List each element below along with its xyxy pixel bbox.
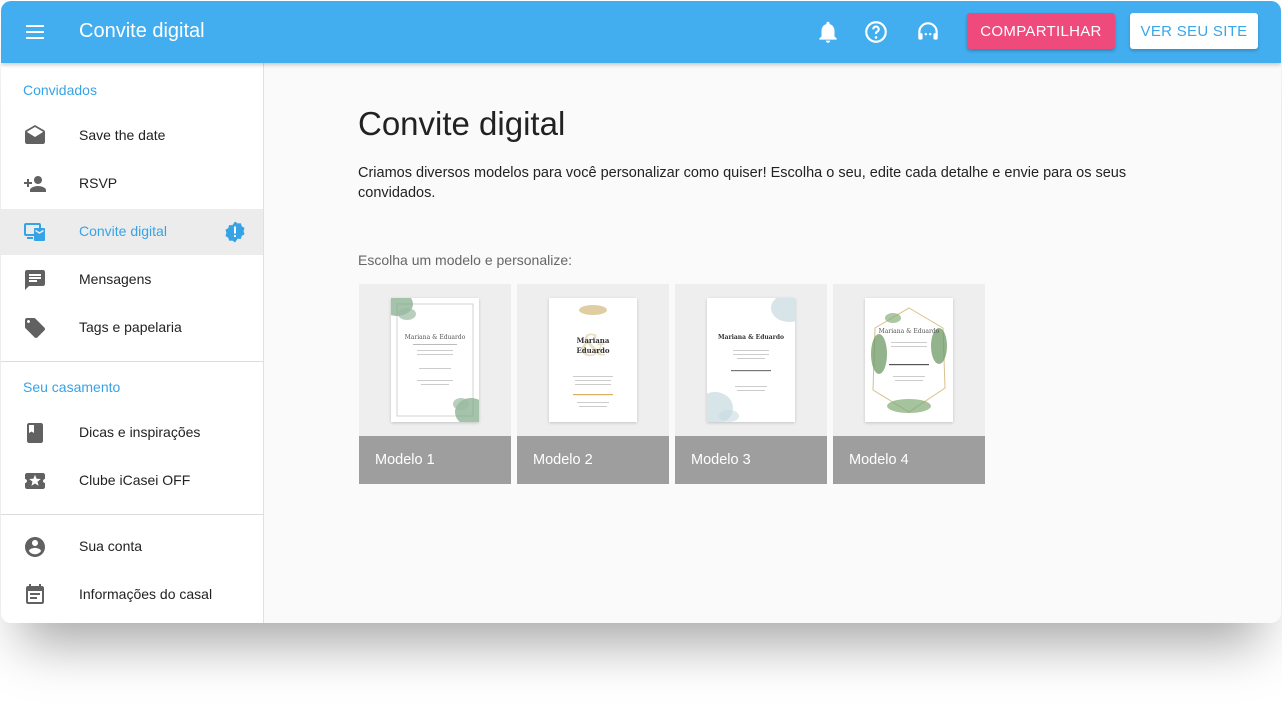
model-4-names: Mariana & Eduardo bbox=[878, 328, 940, 335]
sidebar-divider bbox=[1, 361, 263, 362]
model-caption: Modelo 4 bbox=[833, 436, 985, 484]
sidebar-divider bbox=[1, 514, 263, 515]
model-card-1[interactable]: Mariana & Eduardo Modelo 1 bbox=[359, 284, 511, 484]
sidebar-item-label: Convite digital bbox=[79, 223, 167, 239]
app-bar: Convite digital COMPARTILHAR VER SEU SIT… bbox=[1, 1, 1281, 63]
model-caption: Modelo 1 bbox=[359, 436, 511, 484]
section-title-seu-casamento: Seu casamento bbox=[23, 379, 121, 395]
sidebar-item-label: Sua conta bbox=[79, 538, 143, 554]
page-description: Criamos diversos modelos para você perso… bbox=[358, 165, 1127, 201]
sidebar-item-label: Informações do casal bbox=[79, 586, 213, 602]
sidebar-item-informacoes-casal[interactable]: Informações do casal bbox=[1, 572, 263, 618]
calendar-icon bbox=[23, 583, 47, 607]
model-2-names: Mariana Eduardo bbox=[576, 336, 610, 355]
view-site-button[interactable]: VER SEU SITE bbox=[1130, 13, 1258, 49]
model-4-thumbnail: Mariana & Eduardo bbox=[865, 298, 953, 422]
model-label: Modelo 1 bbox=[375, 452, 435, 468]
app-window: Convite digital COMPARTILHAR VER SEU SIT… bbox=[1, 1, 1281, 623]
model-3-thumbnail: Mariana & Eduardo bbox=[707, 298, 795, 422]
alert-badge-icon bbox=[223, 220, 247, 244]
sidebar-item-label: Tags e papelaria bbox=[79, 319, 182, 335]
model-label: Modelo 2 bbox=[533, 452, 593, 468]
choose-model-label: Escolha um modelo e personalize: bbox=[358, 252, 573, 268]
help-icon[interactable] bbox=[863, 19, 889, 45]
sidebar-item-mensagens[interactable]: Mensagens bbox=[1, 257, 263, 303]
sidebar-item-convite-digital[interactable]: Convite digital bbox=[1, 209, 263, 255]
model-card-2[interactable]: & Mariana Eduardo Modelo 2 bbox=[517, 284, 669, 484]
menu-icon[interactable] bbox=[23, 20, 47, 44]
envelope-open-icon bbox=[23, 124, 47, 148]
tag-icon bbox=[23, 316, 47, 340]
model-2-thumbnail: & Mariana Eduardo bbox=[549, 298, 637, 422]
sidebar-item-label: RSVP bbox=[79, 175, 118, 191]
account-circle-icon bbox=[23, 535, 47, 559]
model-3-names: Mariana & Eduardo bbox=[717, 334, 785, 341]
sidebar-item-label: Dicas e inspirações bbox=[79, 424, 201, 440]
share-button[interactable]: COMPARTILHAR bbox=[967, 13, 1115, 49]
devices-mail-icon bbox=[23, 220, 47, 244]
model-label: Modelo 3 bbox=[691, 452, 751, 468]
sidebar-item-clube-icasei[interactable]: Clube iCasei OFF bbox=[1, 458, 263, 504]
sidebar-item-dicas[interactable]: Dicas e inspirações bbox=[1, 410, 263, 456]
model-1-thumbnail: Mariana & Eduardo bbox=[391, 298, 479, 422]
sidebar-item-tags-papelaria[interactable]: Tags e papelaria bbox=[1, 305, 263, 351]
model-caption: Modelo 3 bbox=[675, 436, 827, 484]
sidebar-item-label: Save the date bbox=[79, 127, 166, 143]
ticket-star-icon bbox=[23, 469, 47, 493]
model-card-4[interactable]: Mariana & Eduardo Modelo 4 bbox=[833, 284, 985, 484]
support-icon[interactable] bbox=[915, 19, 941, 45]
sidebar-item-save-the-date[interactable]: Save the date bbox=[1, 113, 263, 159]
model-label: Modelo 4 bbox=[849, 452, 909, 468]
person-add-icon bbox=[23, 172, 47, 196]
model-card-3[interactable]: Mariana & Eduardo Modelo 3 bbox=[675, 284, 827, 484]
sidebar-item-rsvp[interactable]: RSVP bbox=[1, 161, 263, 207]
app-title: Convite digital bbox=[79, 20, 205, 42]
sidebar-item-label: Mensagens bbox=[79, 271, 152, 287]
model-1-names: Mariana & Eduardo bbox=[404, 334, 466, 341]
main-content: Convite digital Criamos diversos modelos… bbox=[264, 63, 1281, 623]
page-title: Convite digital bbox=[358, 105, 566, 142]
sidebar-item-label: Clube iCasei OFF bbox=[79, 472, 191, 488]
chat-icon bbox=[23, 268, 47, 292]
sidebar-item-sua-conta[interactable]: Sua conta bbox=[1, 524, 263, 570]
bell-icon[interactable] bbox=[815, 19, 841, 45]
book-icon bbox=[23, 421, 47, 445]
sidebar: Convidados Save the date RSVP Convite di… bbox=[1, 63, 264, 623]
section-title-convidados: Convidados bbox=[23, 82, 97, 98]
model-caption: Modelo 2 bbox=[517, 436, 669, 484]
